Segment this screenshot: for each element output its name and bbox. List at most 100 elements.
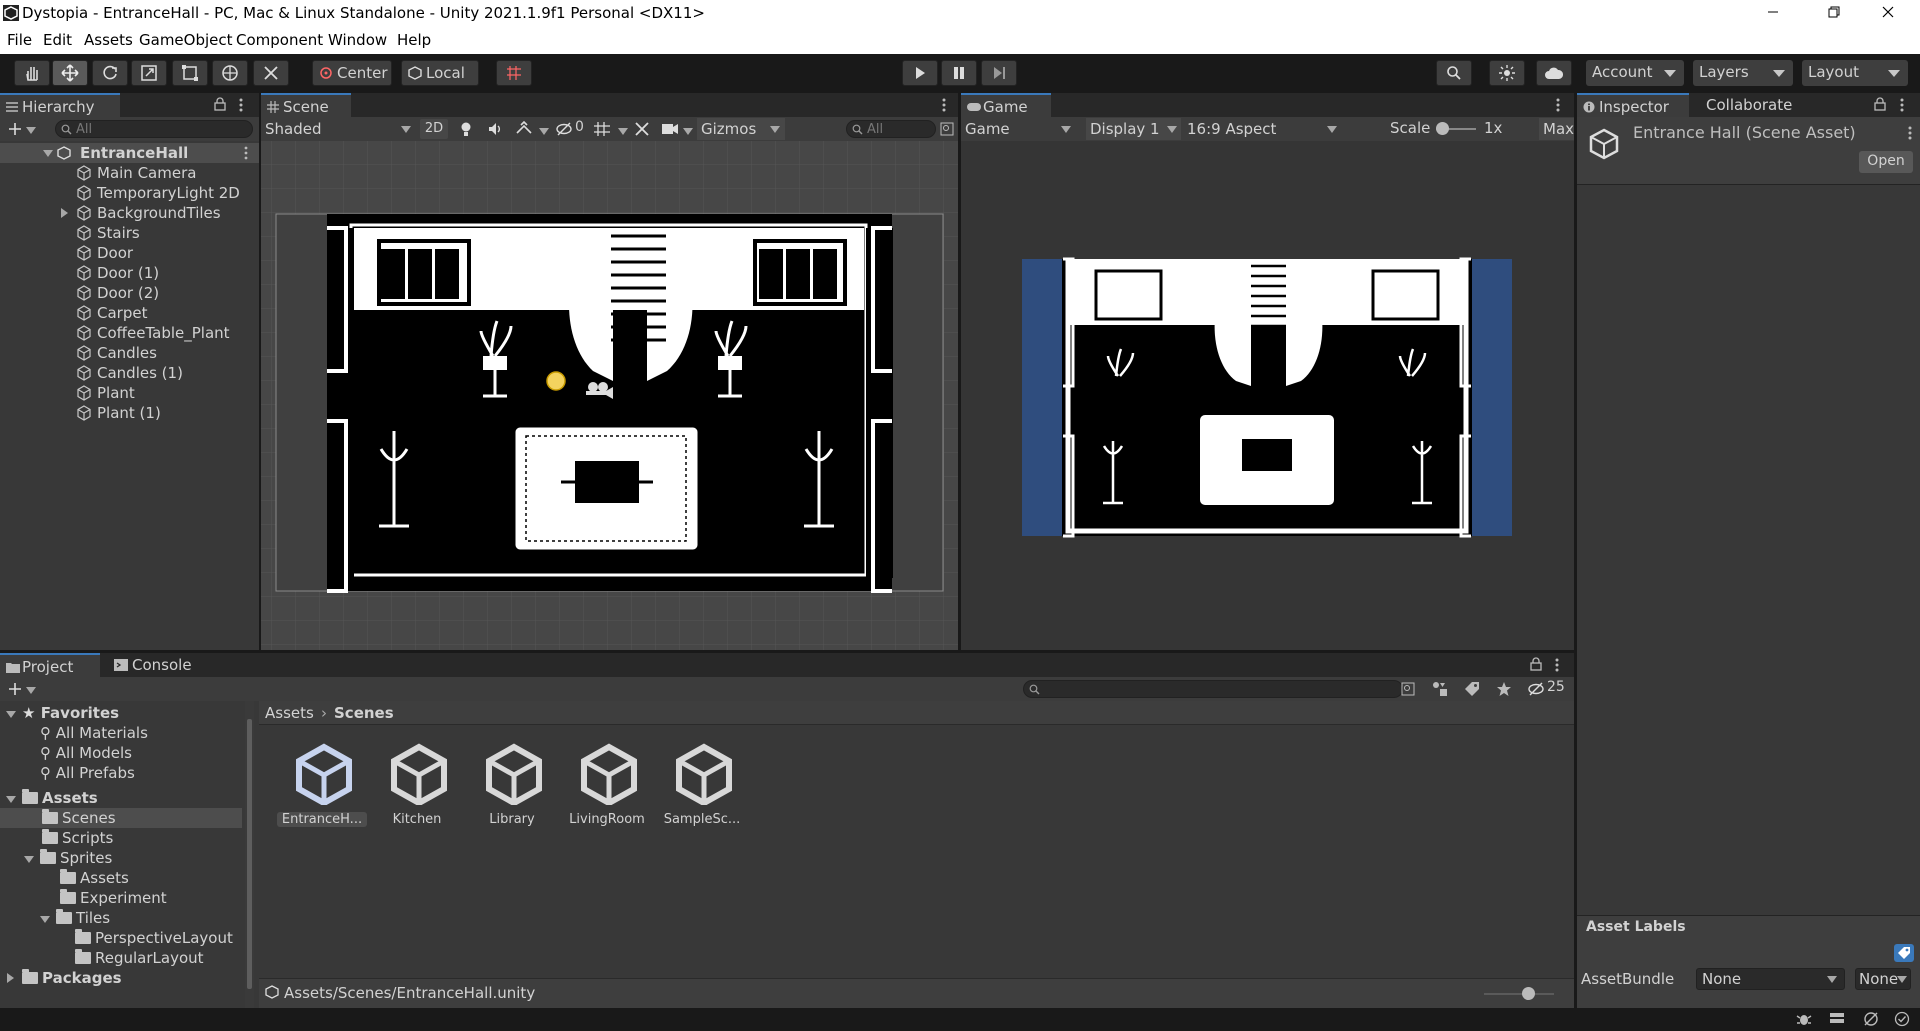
open-button[interactable]: Open xyxy=(1859,151,1913,173)
hierarchy-item[interactable]: BackgroundTiles xyxy=(0,203,259,223)
tab-console[interactable]: Console xyxy=(110,653,210,677)
menu-help[interactable]: Help xyxy=(397,31,431,49)
maximize-on-play-toggle[interactable]: Max xyxy=(1539,118,1574,140)
favorite-star-icon[interactable] xyxy=(1496,681,1512,697)
step-button[interactable] xyxy=(981,60,1017,86)
hierarchy-search-input[interactable]: All xyxy=(55,120,253,138)
hierarchy-item[interactable]: Plant xyxy=(0,383,259,403)
chevron-down-icon[interactable] xyxy=(539,128,549,135)
scale-tool-button[interactable] xyxy=(131,60,167,86)
expand-chevron-icon[interactable] xyxy=(43,150,53,157)
rotate-tool-button[interactable] xyxy=(92,60,128,86)
asset-tile[interactable]: Kitchen xyxy=(372,735,462,835)
close-window-icon[interactable] xyxy=(1880,4,1896,20)
more-options-icon[interactable] xyxy=(1555,97,1561,113)
hierarchy-item[interactable]: Candles xyxy=(0,343,259,363)
menu-window[interactable]: Window xyxy=(328,31,387,49)
asset-tile[interactable]: SampleSc... xyxy=(657,735,747,835)
scale-slider-handle[interactable] xyxy=(1436,122,1449,135)
layout-dropdown[interactable]: Layout xyxy=(1802,60,1908,86)
more-options-icon[interactable] xyxy=(1899,97,1905,113)
sprites-assets-folder[interactable]: Assets xyxy=(60,868,129,888)
breadcrumb-assets[interactable]: Assets xyxy=(265,704,314,722)
game-view-dropdown[interactable]: Game xyxy=(965,118,1075,140)
experiment-folder[interactable]: Experiment xyxy=(60,888,167,908)
packages-folder[interactable]: Packages xyxy=(0,968,122,988)
assetbundle-variant-dropdown[interactable]: None xyxy=(1855,968,1911,990)
tab-collaborate[interactable]: Collaborate xyxy=(1690,93,1810,117)
services-button[interactable] xyxy=(1489,60,1525,86)
grid-visibility-icon[interactable] xyxy=(593,121,611,137)
sprites-folder[interactable]: Sprites xyxy=(24,848,112,868)
debug-bug-icon[interactable] xyxy=(1795,1011,1813,1027)
hierarchy-item[interactable]: Door (1) xyxy=(0,263,259,283)
tree-scrollbar-thumb[interactable] xyxy=(247,719,252,989)
minimize-icon[interactable] xyxy=(1765,4,1781,20)
menu-file[interactable]: File xyxy=(7,31,32,49)
rect-tool-button[interactable] xyxy=(172,60,208,86)
custom-tool-button[interactable] xyxy=(253,60,289,86)
cache-server-icon[interactable] xyxy=(1828,1011,1846,1027)
expand-chevron-icon[interactable] xyxy=(61,208,68,218)
transform-tool-button[interactable] xyxy=(212,60,248,86)
progress-check-icon[interactable] xyxy=(1894,1011,1910,1027)
tab-scene[interactable]: Scene xyxy=(261,93,351,117)
chevron-down-icon[interactable] xyxy=(618,128,628,135)
chevron-down-icon[interactable] xyxy=(683,128,693,135)
pause-button[interactable] xyxy=(941,60,977,86)
menu-edit[interactable]: Edit xyxy=(43,31,72,49)
add-icon[interactable] xyxy=(8,682,22,696)
tree-scrollbar[interactable] xyxy=(245,701,254,1008)
display-dropdown[interactable]: Display 1 xyxy=(1086,118,1181,140)
icon-size-slider-handle[interactable] xyxy=(1522,987,1535,1000)
favorite-all-models[interactable]: ⚲ All Models xyxy=(40,743,132,763)
tab-hierarchy[interactable]: Hierarchy xyxy=(0,93,120,117)
lighting-bulb-icon[interactable] xyxy=(458,121,474,137)
pivot-center-toggle[interactable]: Center xyxy=(312,60,392,86)
tag-label-button[interactable] xyxy=(1894,944,1914,962)
tab-inspector[interactable]: Inspector xyxy=(1577,93,1689,117)
menu-component[interactable]: Component xyxy=(236,31,323,49)
asset-tile[interactable]: EntranceH... xyxy=(277,735,367,835)
play-button[interactable] xyxy=(902,60,938,86)
account-dropdown[interactable]: Account xyxy=(1586,60,1684,86)
hand-tool-button[interactable] xyxy=(14,60,50,86)
tab-game[interactable]: Game xyxy=(961,93,1051,117)
favorite-all-materials[interactable]: ⚲ All Materials xyxy=(40,723,148,743)
search-by-type-icon[interactable] xyxy=(1401,682,1415,696)
search-scope-icon[interactable] xyxy=(940,122,954,136)
scale-slider[interactable] xyxy=(1436,122,1476,135)
project-search-input[interactable] xyxy=(1023,680,1403,698)
hierarchy-item[interactable]: Carpet xyxy=(0,303,259,323)
cloud-button[interactable] xyxy=(1536,60,1572,86)
menu-gameobject[interactable]: GameObject xyxy=(139,31,233,49)
assetbundle-dropdown[interactable]: None xyxy=(1696,968,1845,990)
lock-icon[interactable] xyxy=(1530,657,1542,671)
aspect-dropdown[interactable]: 16:9 Aspect xyxy=(1183,118,1343,140)
hierarchy-item[interactable]: TemporaryLight 2D xyxy=(0,183,259,203)
gizmos-dropdown[interactable]: Gizmos xyxy=(697,118,785,140)
2d-toggle[interactable]: 2D xyxy=(420,119,448,139)
perspective-layout-folder[interactable]: PerspectiveLayout xyxy=(75,928,233,948)
hierarchy-item[interactable]: CoffeeTable_Plant xyxy=(0,323,259,343)
scripts-folder[interactable]: Scripts xyxy=(42,828,113,848)
scene-root-row[interactable]: EntranceHall xyxy=(0,143,259,163)
more-options-icon[interactable] xyxy=(1554,657,1560,673)
hidden-objects-icon[interactable] xyxy=(555,121,573,137)
lock-icon[interactable] xyxy=(1874,97,1886,111)
effects-icon[interactable] xyxy=(515,121,533,137)
more-options-icon[interactable] xyxy=(243,146,249,160)
more-options-icon[interactable] xyxy=(1907,125,1913,141)
camera-settings-icon[interactable] xyxy=(661,122,679,136)
more-options-icon[interactable] xyxy=(238,97,244,113)
regular-layout-folder[interactable]: RegularLayout xyxy=(75,948,204,968)
game-viewport[interactable] xyxy=(961,141,1574,650)
favorite-all-prefabs[interactable]: ⚲ All Prefabs xyxy=(40,763,135,783)
scene-viewport[interactable] xyxy=(261,141,958,650)
layers-dropdown[interactable]: Layers xyxy=(1693,60,1793,86)
audio-speaker-icon[interactable] xyxy=(487,121,503,137)
scenes-folder[interactable]: Scenes xyxy=(0,808,242,828)
hierarchy-item[interactable]: Door (2) xyxy=(0,283,259,303)
assets-folder[interactable]: Assets xyxy=(0,788,240,808)
more-options-icon[interactable] xyxy=(941,97,947,113)
